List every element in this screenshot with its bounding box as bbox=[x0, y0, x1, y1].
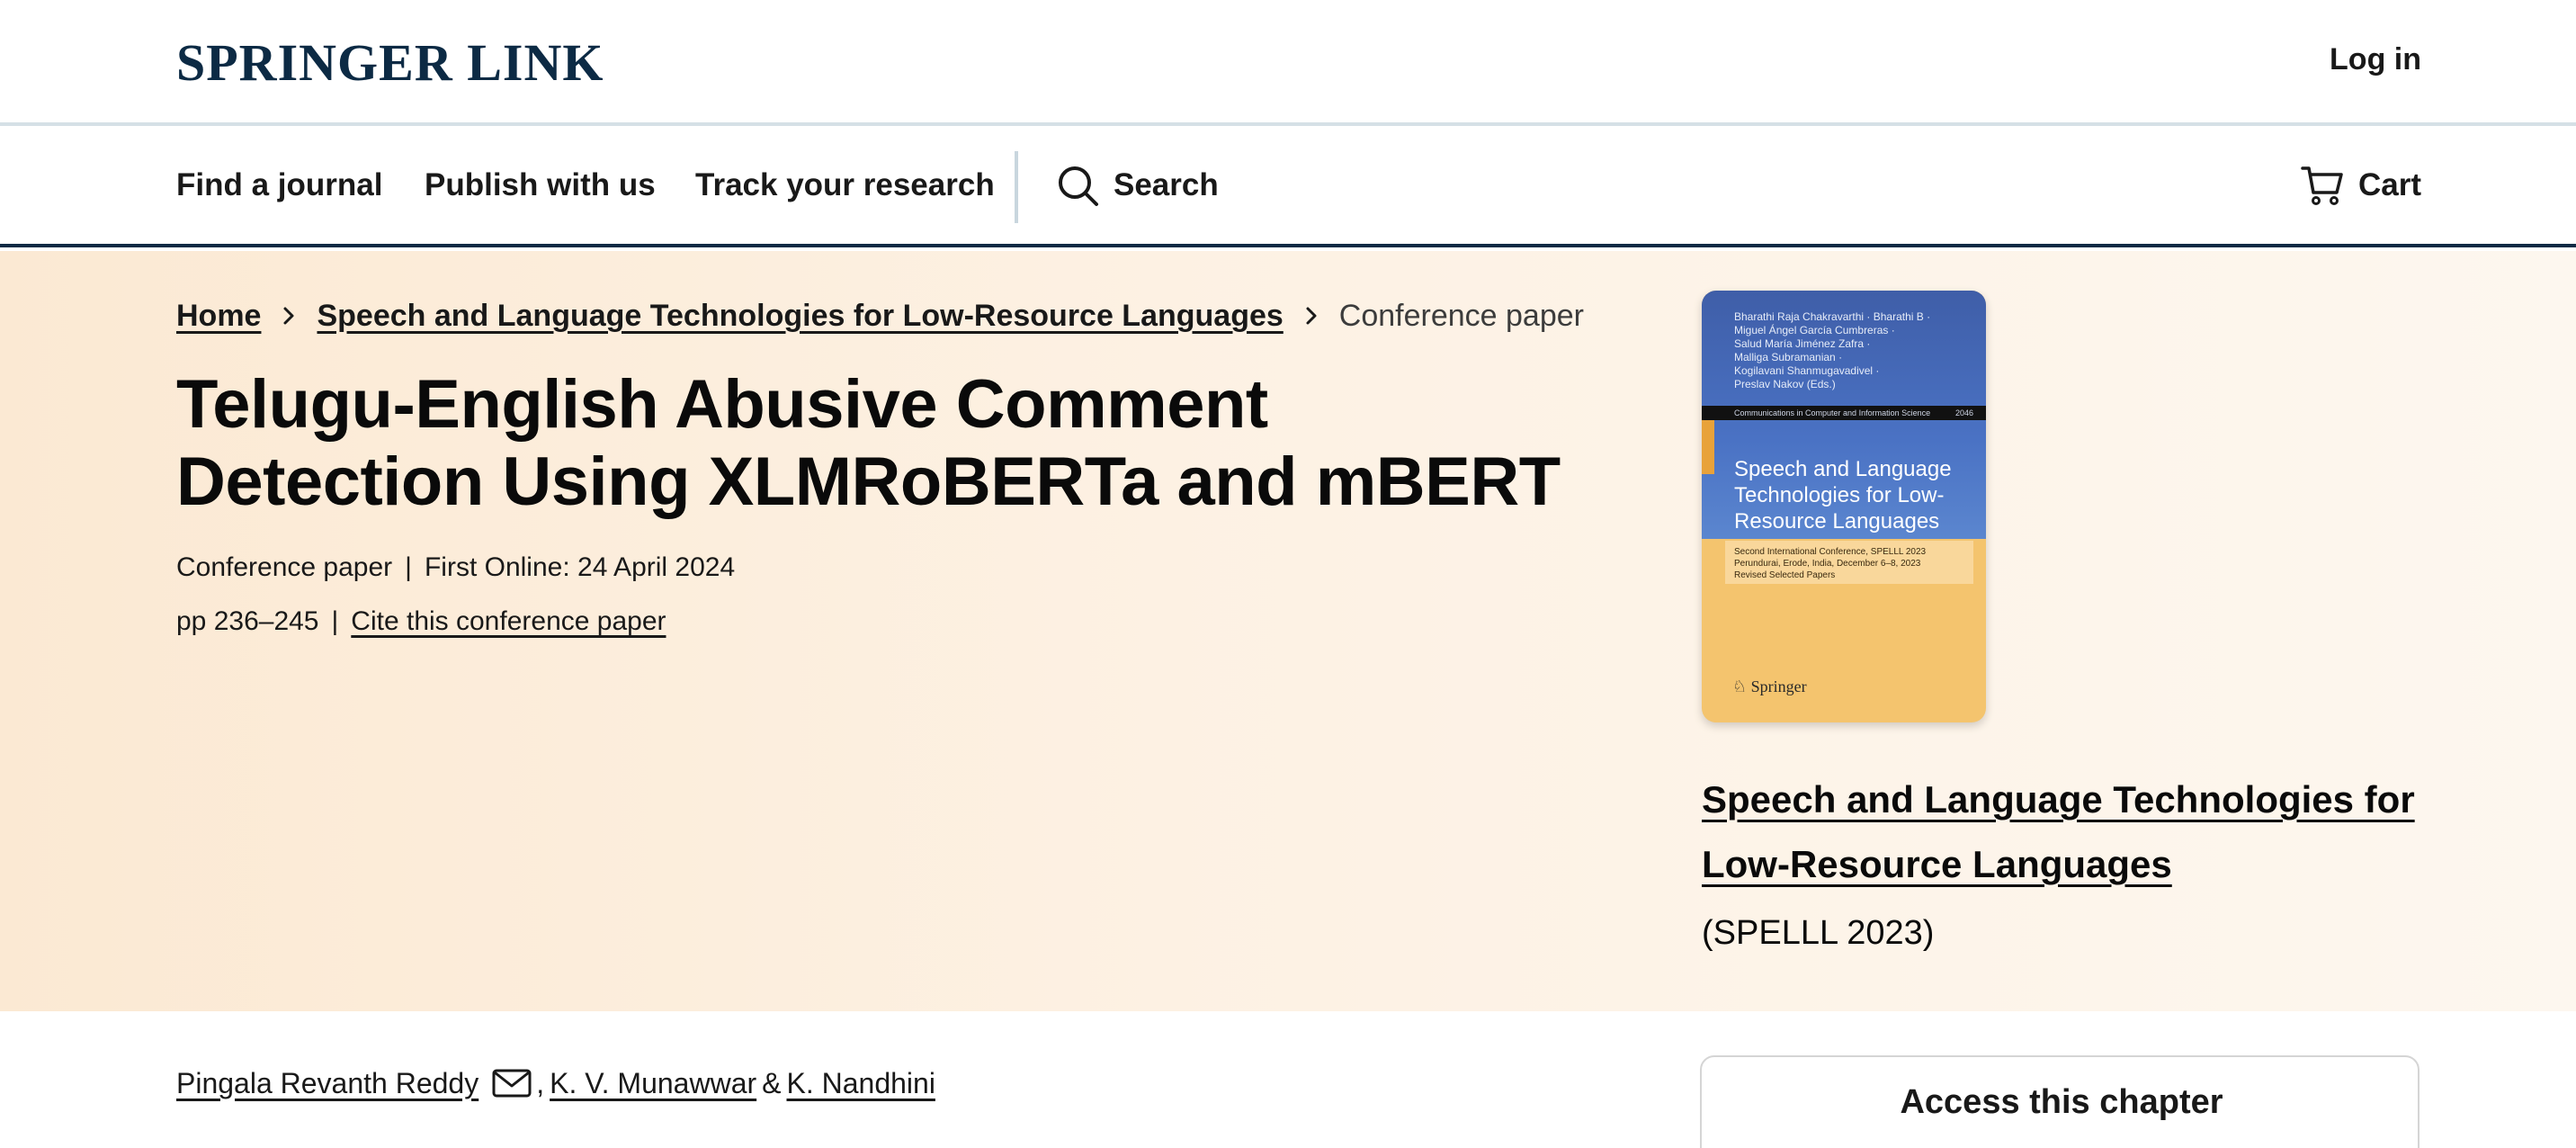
first-online-date: First Online: 24 April 2024 bbox=[424, 552, 736, 582]
article-meta-row: Conference paper | First Online: 24 April … bbox=[176, 550, 735, 586]
meta-separator: | bbox=[405, 552, 412, 582]
nav-find-journal[interactable]: Find a journal bbox=[176, 166, 382, 205]
book-title-link[interactable]: Speech and Language Technologies for Low… bbox=[1702, 767, 2421, 897]
cart-button[interactable]: Cart bbox=[2301, 162, 2421, 209]
cover-publisher-name: Springer bbox=[1750, 677, 1807, 695]
author-list: Pingala Revanth Reddy , K. V. Munawwar &… bbox=[176, 1062, 935, 1105]
cover-editor: Malliga Subramanian · bbox=[1734, 351, 1843, 363]
article-hero: Home Speech and Language Technologies fo… bbox=[0, 251, 2576, 1011]
cover-subtitle: Second International Conference, SPELLL … bbox=[1725, 541, 1973, 584]
cover-book-title: Speech and Language Technologies for Low… bbox=[1734, 457, 1952, 534]
cover-series-number: 2046 bbox=[1954, 408, 1973, 417]
cite-link[interactable]: Cite this conference paper bbox=[351, 606, 666, 636]
breadcrumb-book[interactable]: Speech and Language Technologies for Low… bbox=[317, 296, 1283, 336]
conference-acronym: (SPELLL 2023) bbox=[1702, 914, 1935, 952]
cover-editor: Preslav Nakov (Eds.) bbox=[1734, 378, 1836, 390]
chevron-right-icon bbox=[1306, 307, 1317, 325]
cover-subtitle-line: Second International Conference, SPELLL … bbox=[1734, 547, 1927, 557]
cover-subtitle-line: Revised Selected Papers bbox=[1734, 570, 1836, 580]
article-title: Telugu-English Abusive Comment Detection… bbox=[176, 366, 1615, 521]
author-link[interactable]: Pingala Revanth Reddy bbox=[176, 1063, 479, 1103]
breadcrumb-current: Conference paper bbox=[1338, 299, 1584, 333]
chevron-right-icon bbox=[283, 307, 294, 325]
search-label: Search bbox=[1114, 167, 1219, 202]
cover-editors: Bharathi Raja Chakravarthi · Bharathi B … bbox=[1734, 310, 1977, 391]
cover-editor: Bharathi Raja Chakravarthi · Bharathi B … bbox=[1734, 310, 1931, 323]
mail-icon[interactable] bbox=[491, 1065, 532, 1101]
cover-editor: Miguel Ángel García Cumbreras · bbox=[1734, 324, 1895, 336]
cover-subtitle-line: Perundurai, Erode, India, December 6–8, … bbox=[1734, 559, 1921, 569]
page-range: pp 236–245 bbox=[176, 606, 319, 636]
cover-accent-band bbox=[1702, 420, 1714, 474]
main-nav: Find a journal Publish with us Track you… bbox=[0, 130, 2576, 247]
article-title-line1: Telugu-English Abusive Comment bbox=[176, 366, 1268, 443]
author-link[interactable]: K. Nandhini bbox=[786, 1063, 935, 1103]
article-pages-row: pp 236–245 | Cite this conference paper bbox=[176, 604, 666, 640]
search-button[interactable]: Search bbox=[1056, 162, 1219, 209]
nav-publish-with-us[interactable]: Publish with us bbox=[425, 166, 656, 205]
cart-label: Cart bbox=[2357, 167, 2421, 202]
search-icon bbox=[1059, 166, 1098, 206]
cover-series-name: Communications in Computer and Informati… bbox=[1734, 408, 1931, 417]
article-title-line2: Detection Using XLMRoBERTa and mBERT bbox=[176, 444, 1561, 520]
author-separator: , bbox=[536, 1067, 545, 1099]
book-cover[interactable]: Bharathi Raja Chakravarthi · Bharathi B … bbox=[1702, 291, 1986, 722]
access-chapter-title: Access this chapter bbox=[1900, 1083, 2223, 1121]
access-chapter-box: Access this chapter bbox=[1700, 1055, 2419, 1148]
top-header: SPRINGER LINK Log in bbox=[0, 0, 2576, 126]
author-separator: & bbox=[762, 1067, 782, 1099]
meta-separator: | bbox=[331, 606, 339, 636]
springer-horse-icon: ♘ bbox=[1732, 677, 1748, 695]
author-link[interactable]: K. V. Munawwar bbox=[550, 1063, 756, 1103]
cart-icon bbox=[2301, 166, 2343, 205]
cover-publisher: ♘ Springer bbox=[1732, 677, 1807, 696]
springer-link-logo[interactable]: SPRINGER LINK bbox=[176, 36, 604, 90]
breadcrumb: Home Speech and Language Technologies fo… bbox=[176, 294, 1584, 337]
nav-divider bbox=[1015, 151, 1018, 223]
cover-editor: Salud María Jiménez Zafra · bbox=[1734, 337, 1871, 350]
login-link[interactable]: Log in bbox=[2330, 40, 2421, 79]
cover-editor: Kogilavani Shanmugavadivel · bbox=[1734, 364, 1880, 377]
breadcrumb-home[interactable]: Home bbox=[176, 296, 261, 336]
article-type: Conference paper bbox=[176, 552, 393, 582]
cover-series-bar: Communications in Computer and Informati… bbox=[1702, 406, 1986, 420]
nav-track-research[interactable]: Track your research bbox=[695, 166, 995, 205]
